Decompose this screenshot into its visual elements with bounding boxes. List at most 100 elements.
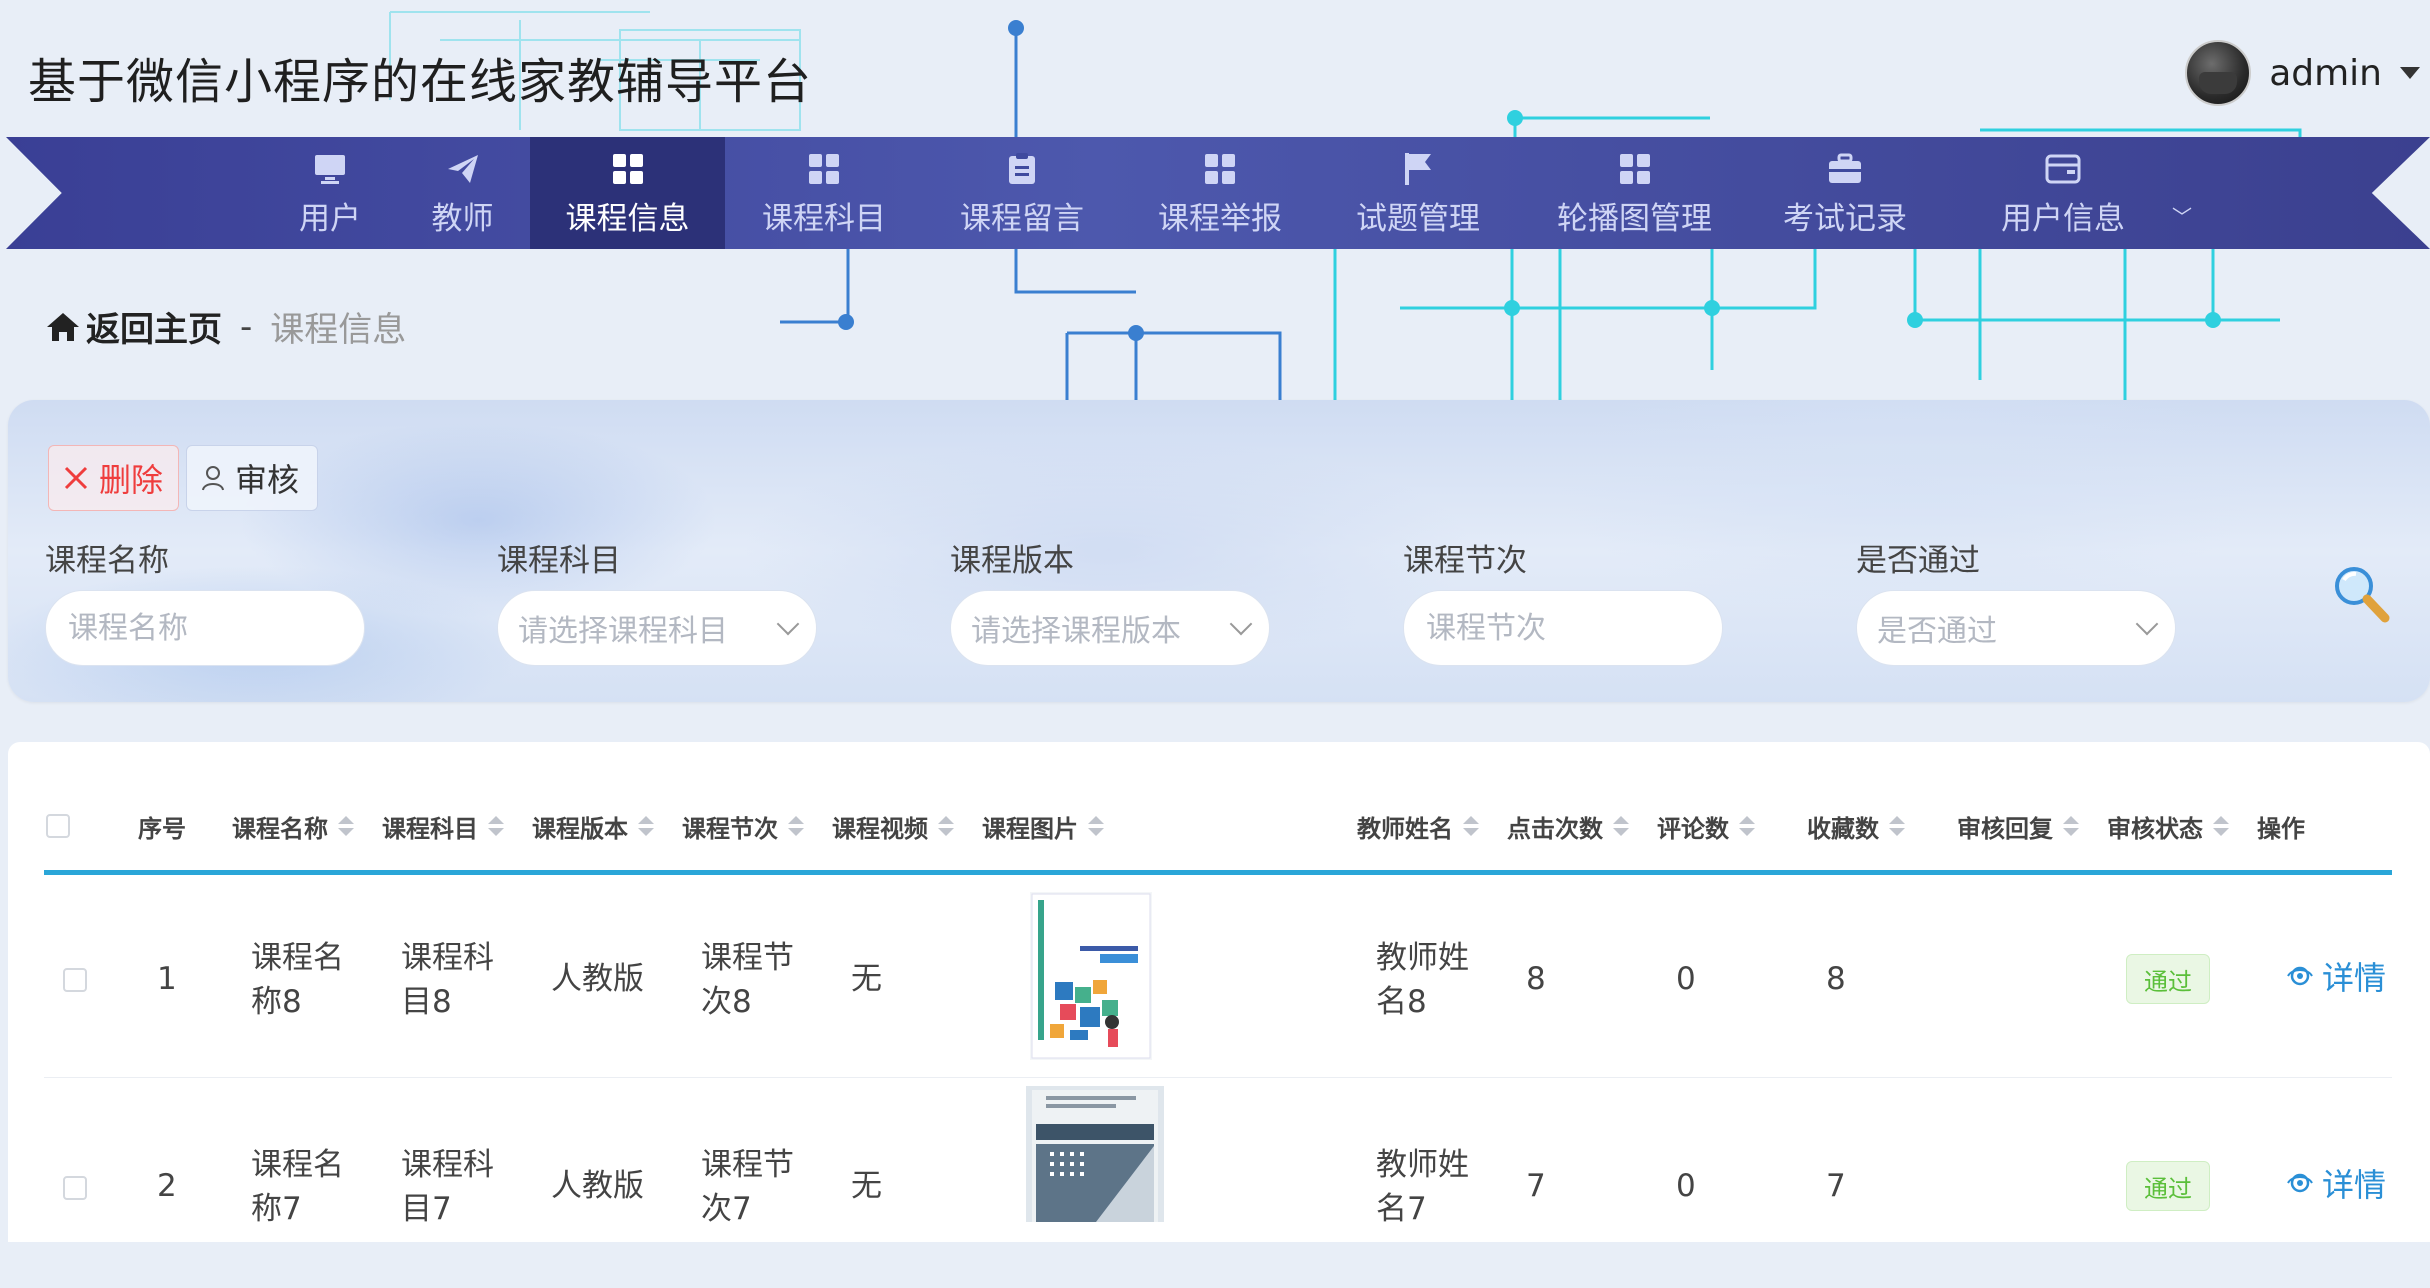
nav-item-course-report[interactable]: 课程举报	[1121, 137, 1319, 249]
cell-version: 人教版	[551, 1168, 644, 1204]
cell-version: 人教版	[551, 961, 644, 997]
row-checkbox[interactable]	[63, 968, 87, 992]
cell-section: 课程节 次7	[701, 1143, 801, 1231]
grid-icon	[1204, 149, 1236, 189]
column-header-comments[interactable]: 评论数	[1657, 806, 1755, 846]
cell-index: 2	[157, 1168, 177, 1204]
nav-item-course-info[interactable]: 课程信息	[530, 137, 725, 249]
course-image[interactable]	[1030, 892, 1152, 1060]
cell-line: 教师姓	[1376, 1147, 1469, 1183]
column-header-name[interactable]: 课程名称	[232, 806, 354, 846]
column-header-version[interactable]: 课程版本	[532, 806, 654, 846]
passed-select[interactable]: 是否通过	[1856, 590, 2176, 666]
home-icon[interactable]	[46, 312, 80, 342]
sort-icon[interactable]	[938, 816, 954, 836]
column-header-clicks[interactable]: 点击次数	[1507, 806, 1629, 846]
nav-item-course-message[interactable]: 课程留言	[923, 137, 1121, 249]
cell-favorites: 7	[1826, 1168, 1846, 1204]
cell-name: 课程名 称8	[251, 936, 351, 1024]
nav-label: 教师	[431, 200, 494, 237]
nav-label: 课程留言	[960, 200, 1084, 237]
course-subject-select[interactable]: 请选择课程科目	[497, 590, 817, 666]
cell-section: 课程节 次8	[701, 936, 801, 1024]
cell-line: 目8	[401, 984, 452, 1020]
search-icon[interactable]	[2330, 562, 2390, 624]
cell-teacher: 教师姓 名8	[1376, 936, 1476, 1024]
nav-item-banner-manage[interactable]: 轮播图管理	[1517, 137, 1752, 249]
filter-label-version: 课程版本	[950, 543, 1074, 579]
select-all-checkbox[interactable]	[46, 814, 70, 838]
cell-video: 无	[851, 961, 882, 997]
chevron-down-icon	[776, 612, 800, 636]
cell-teacher: 教师姓名7	[1376, 1143, 1476, 1231]
row-checkbox[interactable]	[63, 1176, 87, 1200]
breadcrumb-home[interactable]: 返回主页	[86, 302, 222, 351]
sort-icon[interactable]	[1889, 816, 1905, 836]
status-badge: 通过	[2126, 1161, 2210, 1211]
column-title: 课程节次	[682, 814, 778, 843]
course-version-select[interactable]: 请选择课程版本	[950, 590, 1270, 666]
sort-icon[interactable]	[2213, 816, 2229, 836]
column-title: 操作	[2257, 814, 2305, 843]
course-image[interactable]	[1026, 1086, 1164, 1222]
audit-button[interactable]: 审核	[186, 445, 318, 511]
course-name-input[interactable]	[45, 590, 365, 666]
column-header-reply[interactable]: 审核回复	[1957, 806, 2079, 846]
avatar[interactable]	[2185, 40, 2252, 106]
table-row	[44, 872, 2392, 1078]
cell-comments: 0	[1676, 1168, 1696, 1204]
select-placeholder: 请选择课程科目	[518, 614, 728, 649]
breadcrumb: 返回主页 - 课程信息	[46, 302, 406, 351]
column-header-status[interactable]: 审核状态	[2107, 806, 2229, 846]
status-badge: 通过	[2126, 954, 2210, 1004]
nav-item-question-manage[interactable]: 试题管理	[1319, 137, 1517, 249]
caret-down-icon[interactable]	[2400, 67, 2420, 79]
delete-button[interactable]: 删除	[48, 445, 179, 511]
nav-item-user[interactable]: 用户	[265, 137, 395, 249]
cell-video: 无	[851, 1168, 882, 1204]
course-section-field[interactable]	[1424, 609, 1702, 647]
chevron-down-icon[interactable]: ﹀	[2172, 201, 2192, 230]
sort-icon[interactable]	[788, 816, 804, 836]
cell-line: 名8	[1376, 984, 1427, 1020]
detail-label: 详情	[2322, 959, 2387, 997]
cell-line: 目7	[401, 1191, 452, 1227]
user-name[interactable]: admin	[2269, 53, 2382, 94]
detail-link[interactable]: 详情	[2286, 1160, 2386, 1206]
sort-icon[interactable]	[488, 816, 504, 836]
sort-icon[interactable]	[2063, 816, 2079, 836]
column-header-section[interactable]: 课程节次	[682, 806, 804, 846]
select-placeholder: 是否通过	[1877, 614, 1997, 649]
detail-link[interactable]: 详情	[2286, 953, 2386, 999]
course-name-field[interactable]	[66, 609, 344, 647]
course-section-input[interactable]	[1403, 590, 1723, 666]
cell-clicks: 7	[1526, 1168, 1546, 1204]
nav-item-course-subject[interactable]: 课程科目	[725, 137, 923, 249]
nav-item-exam-record[interactable]: 考试记录	[1752, 137, 1938, 249]
sort-icon[interactable]	[1463, 816, 1479, 836]
column-header-teacher[interactable]: 教师姓名	[1357, 806, 1479, 846]
sort-icon[interactable]	[338, 816, 354, 836]
cell-line: 名7	[1376, 1191, 1427, 1227]
cell-line: 课程名	[251, 1147, 344, 1183]
filter-label-passed: 是否通过	[1856, 543, 1980, 579]
nav-item-teacher[interactable]: 教师	[395, 137, 530, 249]
sort-icon[interactable]	[638, 816, 654, 836]
sort-icon[interactable]	[1739, 816, 1755, 836]
user-menu[interactable]: admin	[2185, 38, 2430, 108]
column-header-video[interactable]: 课程视频	[832, 806, 954, 846]
clipboard-icon	[1007, 149, 1037, 189]
column-header-image[interactable]: 课程图片	[982, 806, 1104, 846]
nav-item-user-info[interactable]: 用户信息 ﹀	[1938, 137, 2192, 249]
monitor-icon	[313, 149, 347, 189]
sort-icon[interactable]	[1088, 816, 1104, 836]
filter-label-subject: 课程科目	[497, 543, 621, 579]
column-header-subject[interactable]: 课程科目	[382, 806, 504, 846]
cell-line: 称8	[251, 984, 302, 1020]
sort-icon[interactable]	[1613, 816, 1629, 836]
nav-label: 课程信息	[565, 200, 690, 237]
view-detail-icon	[2287, 1173, 2313, 1193]
column-title: 课程视频	[832, 814, 928, 843]
column-header-favorites[interactable]: 收藏数	[1807, 806, 1905, 846]
grid-icon	[808, 149, 840, 189]
